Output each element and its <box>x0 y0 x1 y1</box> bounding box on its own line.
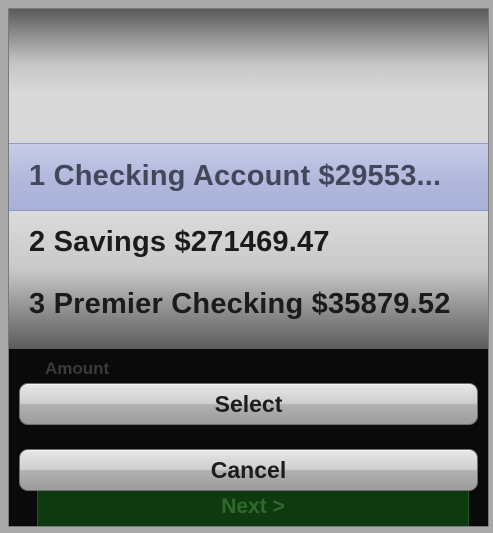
account-picker[interactable]: 1 Checking Account $29553... 2 Savings $… <box>9 9 488 349</box>
cancel-button[interactable]: Cancel <box>19 449 478 491</box>
next-button[interactable]: Next > <box>37 485 469 526</box>
picker-option-premier-checking[interactable]: 3 Premier Checking $35879.52 <box>29 271 488 337</box>
select-button[interactable]: Select <box>19 383 478 425</box>
screen: 1 Checking Account $29553... 2 Savings $… <box>8 8 489 527</box>
picker-option-checking[interactable]: 1 Checking Account $29553... <box>29 143 488 209</box>
amount-label: Amount <box>45 359 110 378</box>
picker-option-savings[interactable]: 2 Savings $271469.47 <box>29 209 488 275</box>
